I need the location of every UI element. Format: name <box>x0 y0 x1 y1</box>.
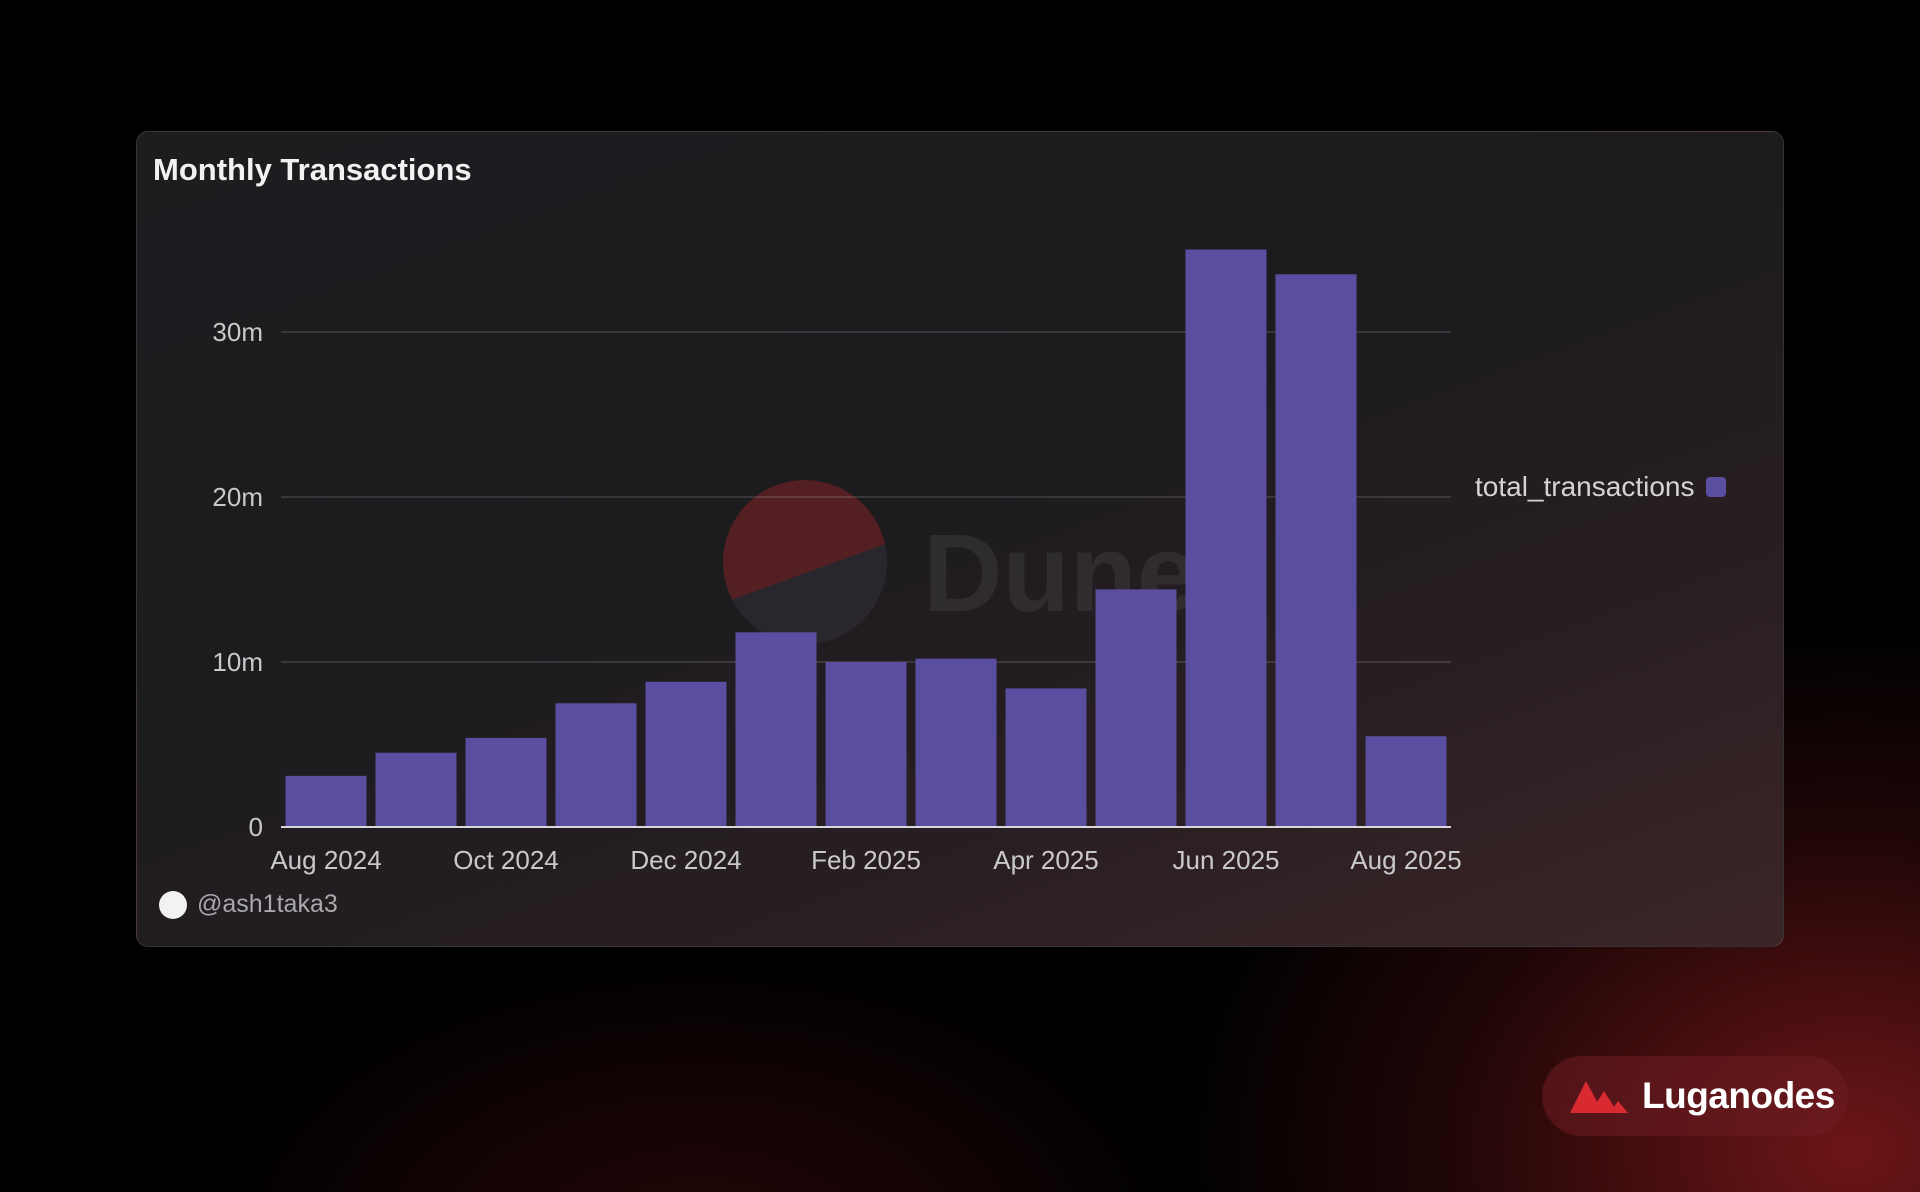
author-name: @ash1taka3 <box>197 890 338 918</box>
bar <box>1095 589 1177 827</box>
bar <box>1185 249 1267 827</box>
luganodes-badge[interactable]: Luganodes <box>1542 1056 1848 1136</box>
x-tick-label: Oct 2024 <box>453 845 559 875</box>
x-tick-label: Dec 2024 <box>630 845 741 875</box>
x-tick-label: Jun 2025 <box>1173 845 1280 875</box>
x-tick-label: Aug 2024 <box>270 845 381 875</box>
chart-legend[interactable]: total_transactions <box>1475 471 1727 503</box>
bar <box>1275 274 1357 827</box>
author-credit[interactable]: @ash1taka3 <box>159 890 338 919</box>
x-tick-label: Apr 2025 <box>993 845 1099 875</box>
x-tick-label: Aug 2025 <box>1350 845 1461 875</box>
legend-swatch <box>1706 477 1727 497</box>
bar-chart: 0 10m 20m 30m Aug 2024 Oct 2024 Dec 2024 Feb 20… <box>212 249 1462 875</box>
legend-label: total_transactions <box>1475 471 1695 502</box>
y-tick-label: 20m <box>212 482 263 512</box>
y-tick-label: 10m <box>212 647 263 677</box>
bar <box>1365 736 1447 827</box>
bar <box>285 775 367 827</box>
bar <box>645 681 727 827</box>
bar <box>915 658 997 827</box>
bar <box>375 752 457 827</box>
bar <box>1005 688 1087 827</box>
y-tick-label: 0 <box>249 812 263 842</box>
bar <box>825 662 907 827</box>
bar <box>555 703 637 827</box>
avatar <box>159 890 187 919</box>
x-tick-label: Feb 2025 <box>811 845 921 875</box>
chart-title: Monthly Transactions <box>153 152 472 187</box>
bar <box>735 632 817 827</box>
chart-card: Dune 0 10m 20m 30m Aug 2024 Oct 2024 Dec 2024 F… <box>136 131 1784 947</box>
y-tick-label: 30m <box>212 317 263 347</box>
brand-name: Luganodes <box>1642 1075 1835 1116</box>
mountain-logo-icon <box>1570 1081 1628 1113</box>
bar <box>465 737 547 827</box>
